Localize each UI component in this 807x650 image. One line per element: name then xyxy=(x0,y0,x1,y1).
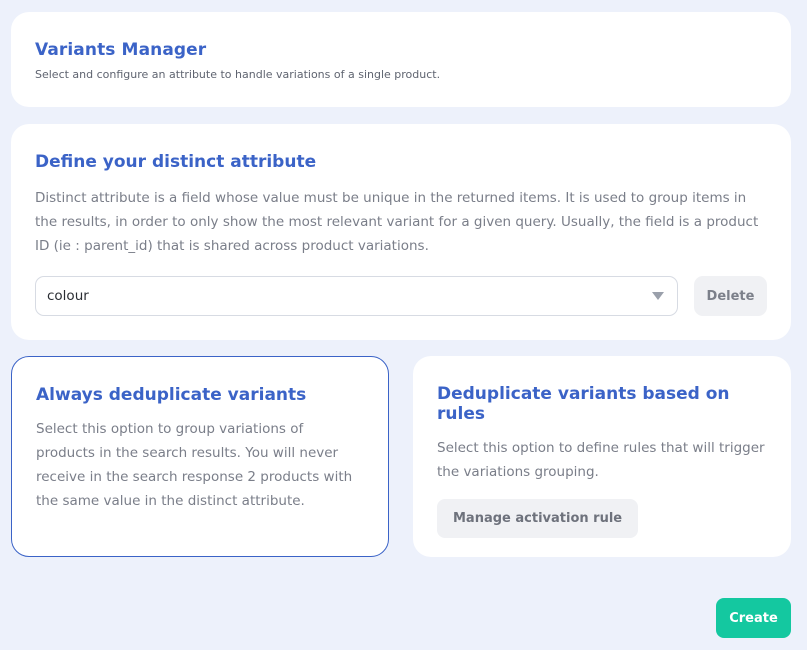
distinct-attribute-title: Define your distinct attribute xyxy=(35,152,317,172)
manage-activation-rule-button[interactable]: Manage activation rule xyxy=(437,499,639,538)
page-title: Variants Manager xyxy=(35,40,207,60)
option-always-deduplicate[interactable]: Always deduplicate variants Select this … xyxy=(11,356,389,557)
variants-manager-header: Variants Manager Select and configure an… xyxy=(11,12,791,107)
page-subtitle: Select and configure an attribute to han… xyxy=(35,68,441,81)
option-description: Select this option to group variations o… xyxy=(36,421,353,509)
option-deduplicate-by-rules[interactable]: Deduplicate variants based on rules Sele… xyxy=(413,356,791,557)
distinct-attribute-select[interactable]: colour xyxy=(35,276,678,316)
option-title: Deduplicate variants based on rules xyxy=(437,384,730,424)
option-title: Always deduplicate variants xyxy=(36,385,307,405)
distinct-attribute-card: Define your distinct attribute Distinct … xyxy=(11,124,791,340)
distinct-attribute-description: Distinct attribute is a field whose valu… xyxy=(35,190,759,254)
distinct-attribute-value: colour xyxy=(47,288,89,304)
option-description: Select this option to define rules that … xyxy=(437,440,765,480)
create-button[interactable]: Create xyxy=(716,598,791,638)
delete-button[interactable]: Delete xyxy=(694,276,767,316)
caret-down-icon xyxy=(652,292,664,300)
